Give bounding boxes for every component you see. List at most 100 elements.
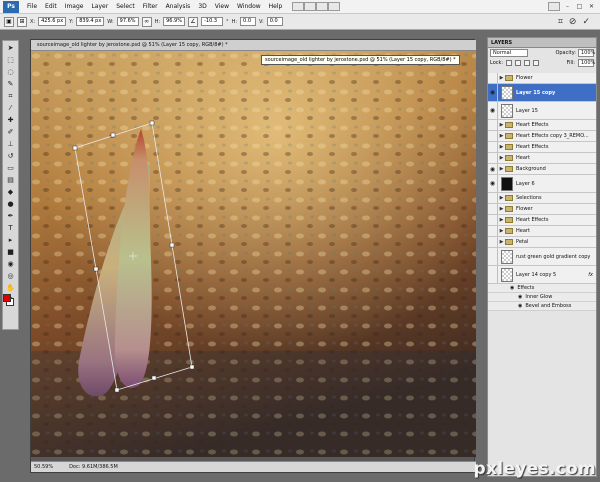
- layers-tab[interactable]: LAYERS: [488, 38, 596, 48]
- layer-row[interactable]: ▶ Heart: [488, 226, 596, 237]
- lock-image-icon[interactable]: [515, 60, 522, 66]
- menu-image[interactable]: Image: [61, 3, 88, 10]
- foreground-color-swatch[interactable]: [3, 294, 11, 302]
- expand-arrow-icon[interactable]: ▶: [498, 155, 505, 161]
- eye-icon[interactable]: ◉: [488, 102, 498, 119]
- visibility-toggle[interactable]: [488, 131, 498, 141]
- visibility-toggle[interactable]: [488, 120, 498, 130]
- visibility-toggle[interactable]: [488, 226, 498, 236]
- clone-stamp-tool-icon[interactable]: ⊥: [4, 139, 17, 149]
- path-selection-tool-icon[interactable]: ▸: [4, 235, 17, 245]
- visibility-toggle[interactable]: [488, 266, 498, 283]
- 3d-rotate-tool-icon[interactable]: ◉: [4, 259, 17, 269]
- lock-all-icon[interactable]: [533, 60, 540, 66]
- dodge-tool-icon[interactable]: ●: [4, 199, 17, 209]
- layer-row[interactable]: ◉ ▶ Background: [488, 164, 596, 175]
- fill-field[interactable]: 100%: [578, 59, 595, 67]
- history-brush-tool-icon[interactable]: ↺: [4, 151, 17, 161]
- eyedropper-tool-icon[interactable]: ⁄: [4, 103, 17, 113]
- vskew-field[interactable]: 0.0: [266, 17, 283, 26]
- visibility-toggle[interactable]: [488, 193, 498, 203]
- expand-arrow-icon[interactable]: ▶: [498, 133, 505, 139]
- layer-row[interactable]: ◉ Layer 6: [488, 175, 596, 193]
- layer-row[interactable]: ◉ Layer 15: [488, 102, 596, 120]
- cancel-transform-icon[interactable]: ⊘: [569, 17, 577, 27]
- visibility-toggle[interactable]: [488, 153, 498, 163]
- document-tab[interactable]: sourceimage_old lighter by jerostone.psd…: [31, 40, 476, 51]
- layer-row-selected[interactable]: ◉ Layer 15 copy: [488, 84, 596, 102]
- crop-tool-icon[interactable]: ⌗: [4, 91, 17, 101]
- healing-brush-tool-icon[interactable]: ✚: [4, 115, 17, 125]
- expand-arrow-icon[interactable]: ▶: [498, 75, 505, 81]
- blur-tool-icon[interactable]: ◆: [4, 187, 17, 197]
- eye-icon[interactable]: ◉: [488, 84, 498, 101]
- expand-arrow-icon[interactable]: ▶: [498, 166, 505, 172]
- menu-layer[interactable]: Layer: [87, 3, 112, 10]
- x-field[interactable]: 425.6 px: [38, 17, 67, 26]
- expand-arrow-icon[interactable]: ▶: [498, 239, 505, 245]
- zoom-level[interactable]: 50.59%: [34, 462, 53, 472]
- layer-row[interactable]: ▶ Flower: [488, 73, 596, 84]
- angle-field[interactable]: -10.3: [201, 17, 224, 26]
- layer-row[interactable]: rust green gold gradient copy: [488, 248, 596, 266]
- reference-point-icon[interactable]: ⊞: [17, 16, 27, 27]
- minimize-icon[interactable]: –: [563, 3, 572, 11]
- effects-row[interactable]: ◉ Effects: [488, 284, 596, 293]
- expand-arrow-icon[interactable]: ▶: [498, 206, 505, 212]
- maximize-icon[interactable]: □: [575, 3, 584, 11]
- minibridge-button[interactable]: [304, 2, 317, 11]
- effect-row[interactable]: ◉ Inner Glow: [488, 293, 596, 302]
- menu-analysis[interactable]: Analysis: [162, 3, 195, 10]
- layer-row[interactable]: ▶ Flower: [488, 204, 596, 215]
- blend-mode-select[interactable]: Normal: [490, 49, 528, 57]
- menu-select[interactable]: Select: [112, 3, 139, 10]
- visibility-toggle[interactable]: [488, 204, 498, 214]
- lasso-tool-icon[interactable]: ◌: [4, 67, 17, 77]
- move-tool-icon[interactable]: ➤: [4, 43, 17, 53]
- visibility-toggle[interactable]: [488, 73, 498, 83]
- visibility-toggle[interactable]: [488, 215, 498, 225]
- type-tool-icon[interactable]: T: [4, 223, 17, 233]
- expand-arrow-icon[interactable]: ▶: [498, 217, 505, 223]
- eye-icon[interactable]: ◉: [518, 294, 522, 300]
- commit-transform-icon[interactable]: ✓: [582, 17, 590, 27]
- arrange-documents-button[interactable]: [316, 2, 329, 11]
- document-size[interactable]: Doc: 9.61M/386.5M: [69, 462, 118, 472]
- menu-view[interactable]: View: [211, 3, 233, 10]
- bridge-button[interactable]: [292, 2, 305, 11]
- canvas[interactable]: [31, 51, 476, 457]
- visibility-toggle[interactable]: [488, 237, 498, 247]
- menu-window[interactable]: Window: [233, 3, 265, 10]
- lock-transparent-icon[interactable]: [506, 60, 513, 66]
- brush-tool-icon[interactable]: ✐: [4, 127, 17, 137]
- eraser-tool-icon[interactable]: ▭: [4, 163, 17, 173]
- 3d-orbit-tool-icon[interactable]: ◎: [4, 271, 17, 281]
- eye-icon[interactable]: ◉: [510, 285, 514, 291]
- shape-tool-icon[interactable]: ■: [4, 247, 17, 257]
- layer-row[interactable]: ▶ Heart Effects copy 3_REMO...: [488, 131, 596, 142]
- eye-icon[interactable]: ◉: [488, 164, 498, 174]
- close-icon[interactable]: ✕: [587, 3, 596, 11]
- gradient-tool-icon[interactable]: ▤: [4, 175, 17, 185]
- expand-arrow-icon[interactable]: ▶: [498, 122, 505, 128]
- y-field[interactable]: 839.4 px: [76, 17, 105, 26]
- expand-arrow-icon[interactable]: ▶: [498, 195, 505, 201]
- visibility-toggle[interactable]: [488, 248, 498, 265]
- menu-edit[interactable]: Edit: [41, 3, 61, 10]
- screen-mode-button[interactable]: [328, 2, 341, 11]
- menu-filter[interactable]: Filter: [139, 3, 162, 10]
- quick-select-tool-icon[interactable]: ✎: [4, 79, 17, 89]
- lock-position-icon[interactable]: [524, 60, 531, 66]
- layer-row[interactable]: Layer 14 copy 5 fx: [488, 266, 596, 284]
- layer-row[interactable]: ▶ Heart Effects: [488, 215, 596, 226]
- eye-icon[interactable]: ◉: [488, 175, 498, 192]
- width-field[interactable]: 97.6%: [116, 17, 139, 26]
- layer-row[interactable]: ▶ Selections: [488, 193, 596, 204]
- expand-arrow-icon[interactable]: ▶: [498, 228, 505, 234]
- transform-tool-icon[interactable]: ▣: [4, 16, 14, 27]
- effect-row[interactable]: ◉ Bevel and Emboss: [488, 302, 596, 311]
- workspace-switcher-button[interactable]: [548, 2, 560, 11]
- visibility-toggle[interactable]: [488, 142, 498, 152]
- opacity-field[interactable]: 100%: [578, 49, 595, 57]
- eye-icon[interactable]: ◉: [518, 303, 522, 309]
